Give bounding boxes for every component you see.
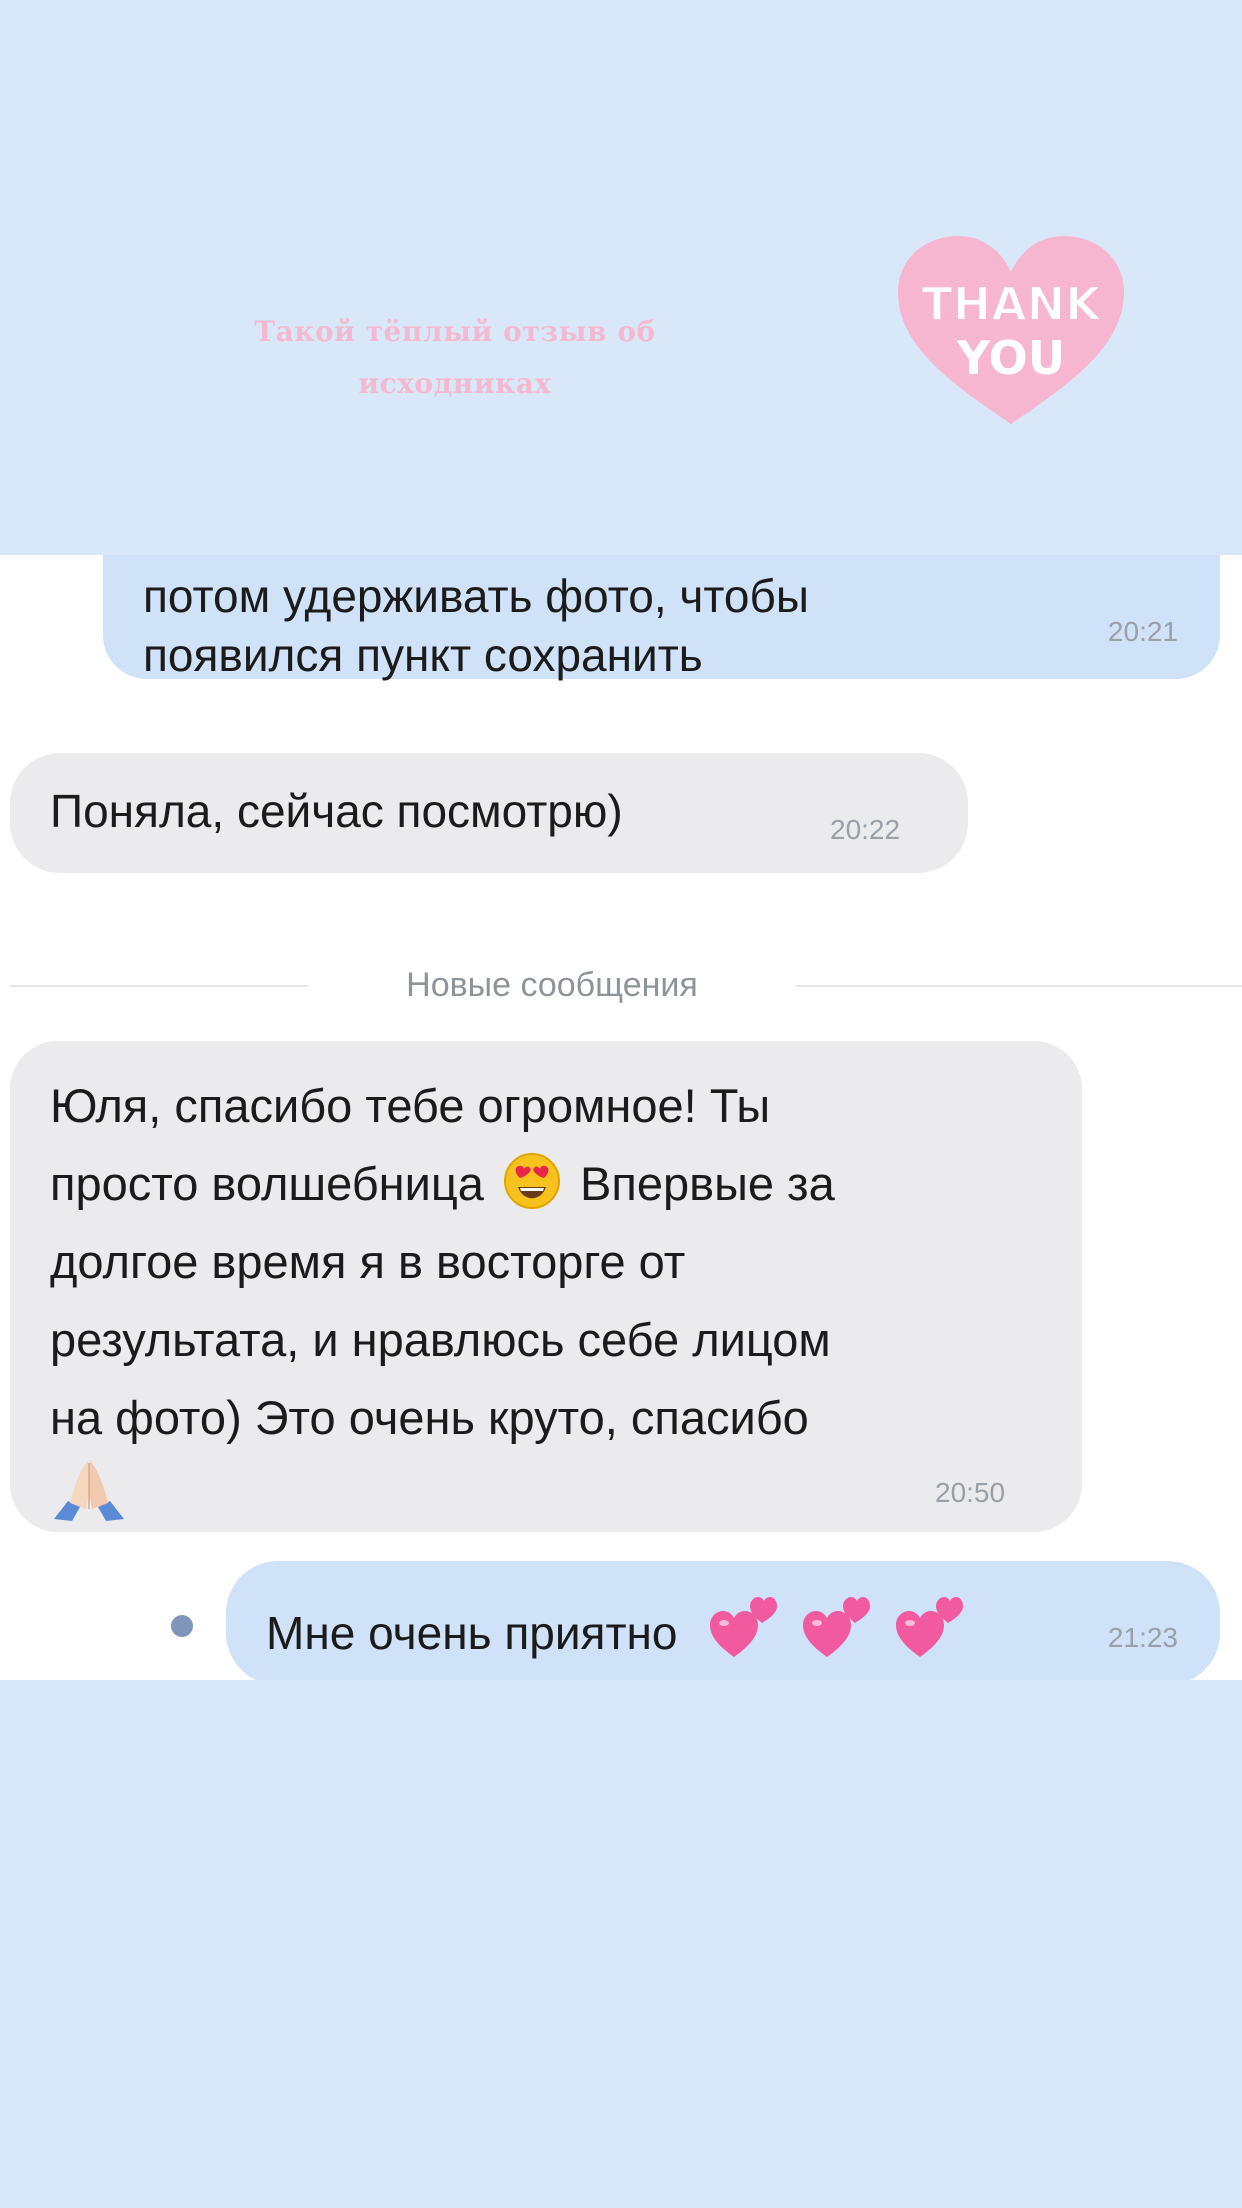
sticker-text-you: YOU [956,331,1065,385]
message-text-line: просто волшебница Впервые за [50,1145,1042,1223]
outgoing-message[interactable]: Мне очень приятно 21:23 [226,1561,1220,1680]
caption-line-1: Такой тёплый отзыв об [254,315,656,348]
message-text: Поняла, сейчас посмотрю) [50,785,623,837]
message-text-line: Юля, спасибо тебе огромное! Ты [50,1079,771,1132]
unread-indicator-dot [171,1615,193,1637]
message-time: 21:23 [1107,1622,1178,1653]
incoming-message[interactable]: Поняла, сейчас посмотрю) 20:22 [10,753,968,873]
message-text-fragment: просто волшебница [50,1157,484,1210]
heart-eyes-emoji-icon [503,1152,561,1210]
message-text-line [50,1457,1042,1540]
message-time: 20:22 [830,814,901,845]
new-messages-divider: Новые сообщения [0,955,1242,1015]
two-hearts-emoji-group [708,1593,974,1675]
message-text-fragment: Впервые за [580,1157,835,1210]
message-time: 20:50 [935,1477,1006,1508]
divider-line [796,985,1242,987]
heart-icon: THANK YOU [898,236,1124,424]
incoming-message[interactable]: Юля, спасибо тебе огромное! Ты просто во… [10,1041,1082,1532]
sticker-text-thank: THANK [921,277,1103,331]
message-text-line: появился пункт сохранить [143,629,703,681]
divider-label: Новые сообщения [406,966,698,1004]
two-hearts-emoji-icon [894,1593,964,1661]
message-text: Мне очень приятно [266,1607,678,1659]
message-time: 20:21 [1107,616,1178,647]
message-text-line: потом удерживать фото, чтобы [143,570,809,622]
story-caption: Такой тёплый отзыв об исходниках [215,306,695,410]
chat-screenshot: потом удерживать фото, чтобы появился пу… [0,555,1242,1680]
message-text-line: на фото) Это очень круто, спасибо [50,1391,809,1444]
message-text-line: результата, и нравлюсь себе лицом [50,1313,831,1366]
two-hearts-emoji-icon [708,1593,778,1661]
message-text-line: долгое время я в восторге от [50,1235,686,1288]
caption-line-2: исходниках [358,367,552,400]
outgoing-message[interactable]: потом удерживать фото, чтобы появился пу… [103,555,1220,681]
folded-hands-emoji-icon [50,1457,128,1523]
divider-line [10,985,308,987]
two-hearts-emoji-icon [801,1593,871,1661]
thank-you-heart-sticker: THANK YOU [892,234,1130,430]
